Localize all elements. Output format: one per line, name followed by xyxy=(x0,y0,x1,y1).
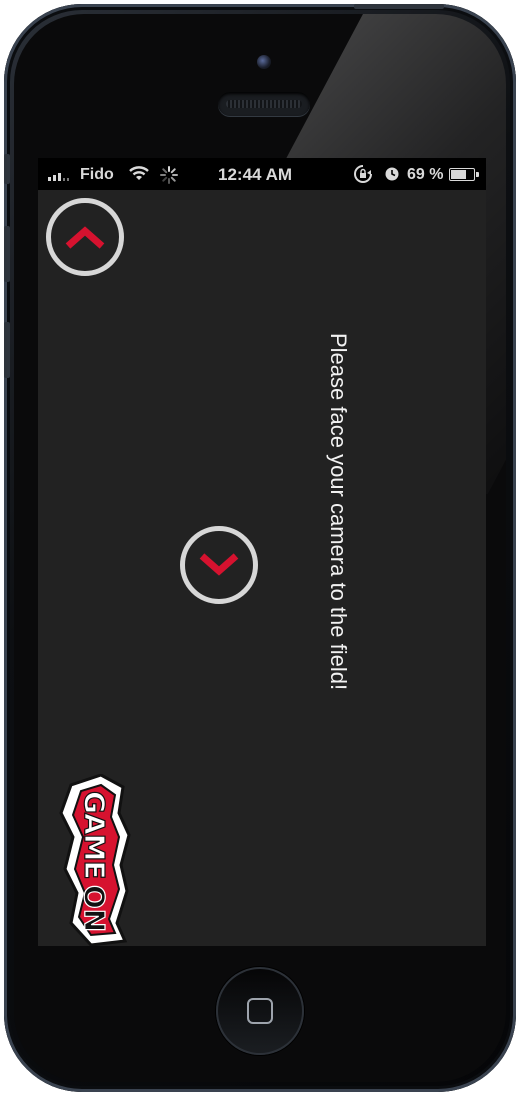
svg-text:GAME: GAME xyxy=(78,791,111,879)
chevron-up-icon xyxy=(65,226,105,249)
activity-spinner-icon xyxy=(160,166,178,189)
svg-text:ON: ON xyxy=(78,885,111,932)
battery-fill xyxy=(451,170,467,179)
mute-switch xyxy=(4,154,10,184)
scroll-down-button[interactable] xyxy=(180,526,258,604)
status-bar: Fido 12:44 AM 69 % xyxy=(38,158,486,190)
front-camera xyxy=(257,55,271,69)
status-time: 12:44 AM xyxy=(218,165,293,184)
instruction-text: Please face your camera to the field! xyxy=(326,333,351,691)
volume-down-button xyxy=(4,322,10,378)
game-on-logo: GAME ON xyxy=(50,773,132,946)
battery-icon xyxy=(449,168,479,181)
power-button xyxy=(354,4,444,9)
carrier-name: Fido xyxy=(80,166,114,183)
chevron-down-icon xyxy=(199,553,239,576)
alarm-icon xyxy=(384,166,400,187)
battery-percent-sign: % xyxy=(429,166,444,183)
scroll-up-button[interactable] xyxy=(46,198,124,276)
home-square-icon xyxy=(247,998,273,1024)
rotation-lock-icon xyxy=(352,164,374,189)
volume-up-button xyxy=(4,226,10,282)
wifi-icon xyxy=(128,165,150,186)
app-screen: Fido 12:44 AM 69 % Please face your came… xyxy=(38,158,486,946)
earpiece-speaker xyxy=(218,92,310,116)
signal-icon xyxy=(48,169,69,181)
home-button[interactable] xyxy=(216,967,304,1055)
battery-percent: 69 % xyxy=(407,166,444,183)
